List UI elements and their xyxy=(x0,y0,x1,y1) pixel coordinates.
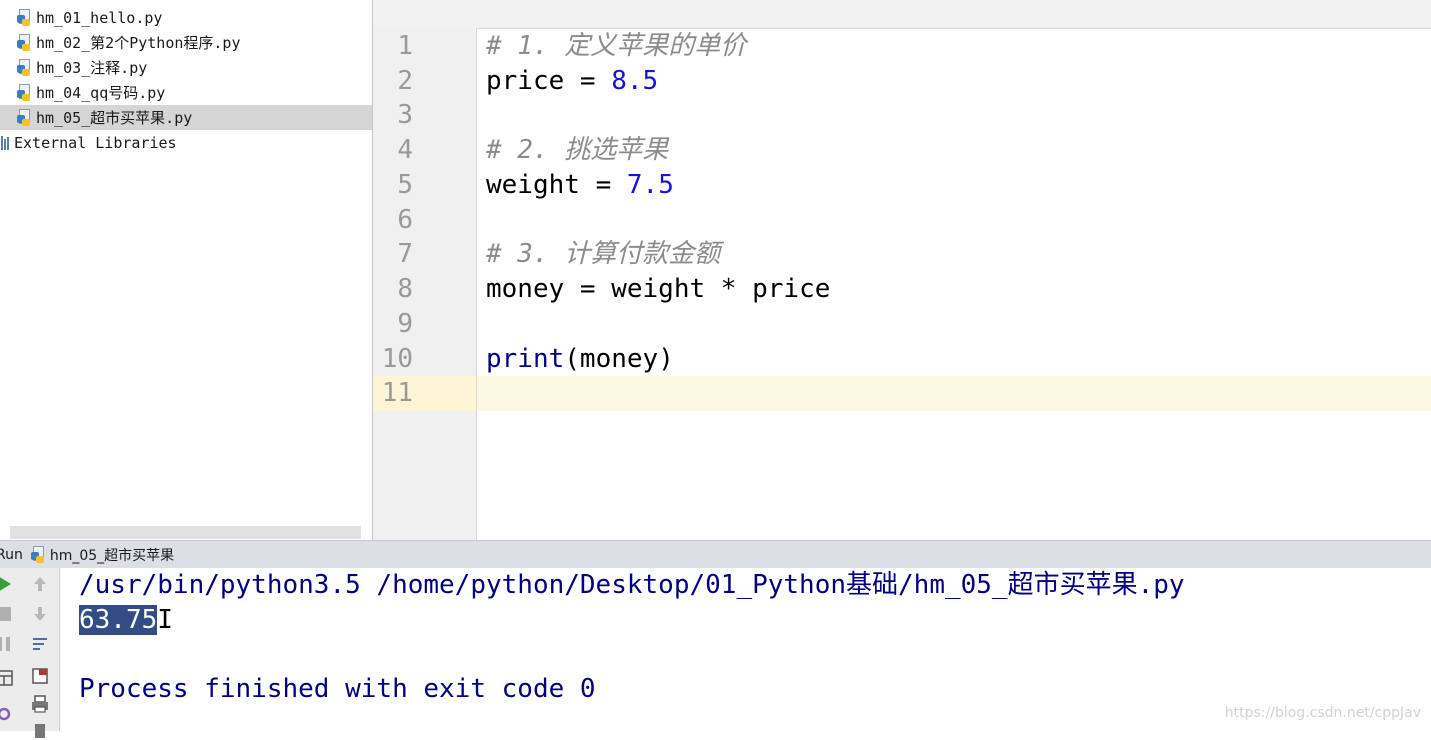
editor-tab-bar xyxy=(373,0,1431,29)
line-number: 11 xyxy=(381,378,413,408)
process-exit-message: Process finished with exit code 0 xyxy=(79,674,596,704)
pause-icon[interactable] xyxy=(0,634,14,654)
builtin-function: print xyxy=(486,344,565,374)
line-number: 4 xyxy=(397,135,413,165)
identifier: price xyxy=(486,66,565,96)
selected-output-text[interactable]: 63.75 xyxy=(79,605,158,635)
run-tool-window-header: Run hm_05_超市买苹果 xyxy=(0,540,1431,569)
run-command-line: /usr/bin/python3.5 /home/python/Desktop/… xyxy=(79,570,1185,600)
tree-external-libraries[interactable]: External Libraries xyxy=(0,130,372,155)
tree-file-label: hm_04_qq号码.py xyxy=(36,84,166,102)
python-file-icon xyxy=(17,9,31,26)
code-line-4[interactable]: # 2. 挑选苹果 xyxy=(486,133,668,168)
line-number: 2 xyxy=(397,66,413,96)
operator: = xyxy=(579,170,627,200)
python-file-icon xyxy=(17,34,31,51)
number-literal: 8.5 xyxy=(611,66,659,96)
tree-file-label: hm_03_注释.py xyxy=(36,59,148,77)
python-file-icon xyxy=(17,84,31,101)
clear-all-icon[interactable] xyxy=(30,720,50,740)
program-output[interactable]: 63.75I xyxy=(79,603,173,637)
arrow-down-icon[interactable] xyxy=(30,604,50,624)
stop-icon[interactable] xyxy=(0,604,14,624)
library-icon xyxy=(1,135,11,150)
line-number: 6 xyxy=(397,205,413,235)
code-line-2[interactable]: price = 8.5 xyxy=(486,64,658,99)
line-number: 3 xyxy=(397,100,413,130)
code-editor[interactable]: 1 2 3 4 5 6 7 8 9 10 11 # 1. 定义苹果的单价 pri… xyxy=(373,0,1431,540)
tree-file-label: hm_05_超市买苹果.py xyxy=(36,109,193,127)
code-line-1[interactable]: # 1. 定义苹果的单价 xyxy=(486,29,746,64)
tree-file-hm03[interactable]: hm_03_注释.py xyxy=(0,55,372,80)
code-line-5[interactable]: weight = 7.5 xyxy=(486,168,674,203)
tree-file-hm01[interactable]: hm_01_hello.py xyxy=(0,5,372,30)
print-icon[interactable] xyxy=(30,694,50,714)
line-number: 8 xyxy=(397,274,413,304)
play-icon[interactable] xyxy=(0,574,14,594)
settings-icon[interactable] xyxy=(0,704,14,724)
tree-file-hm05[interactable]: hm_05_超市买苹果.py xyxy=(0,105,372,130)
run-tab-title[interactable]: hm_05_超市买苹果 xyxy=(50,545,174,565)
tree-file-hm02[interactable]: hm_02_第2个Python程序.py xyxy=(0,30,372,55)
layout-icon[interactable] xyxy=(0,668,14,688)
line-number: 9 xyxy=(397,309,413,339)
current-line-highlight xyxy=(477,376,1431,411)
python-file-icon xyxy=(30,546,45,563)
code-line-8[interactable]: money = weight * price xyxy=(486,272,830,307)
tree-file-hm04[interactable]: hm_04_qq号码.py xyxy=(0,80,372,105)
number-literal: 7.5 xyxy=(626,170,674,200)
line-number-gutter: 1 2 3 4 5 6 7 8 9 10 11 xyxy=(373,28,477,540)
code-line-10[interactable]: print(money) xyxy=(486,342,674,377)
tree-file-label: hm_01_hello.py xyxy=(36,8,163,27)
python-file-icon xyxy=(17,59,31,76)
python-file-icon xyxy=(17,109,31,126)
identifier: weight xyxy=(486,170,580,200)
horizontal-scrollbar[interactable] xyxy=(10,526,361,539)
run-label: Run xyxy=(0,546,23,563)
operator: = xyxy=(564,66,612,96)
watermark: https://blog.csdn.net/cppJav xyxy=(1224,705,1421,721)
line-number: 1 xyxy=(397,31,413,61)
external-libraries-label: External Libraries xyxy=(14,133,177,152)
project-panel: hm_01_hello.py hm_02_第2个Python程序.py hm_0… xyxy=(0,0,373,540)
line-number: 10 xyxy=(381,344,413,374)
soft-wrap-icon[interactable] xyxy=(30,634,50,654)
run-toolbar xyxy=(0,568,60,738)
tree-file-label: hm_02_第2个Python程序.py xyxy=(36,34,241,52)
arrow-up-icon[interactable] xyxy=(30,574,50,594)
line-number: 7 xyxy=(397,239,413,269)
code-line-7[interactable]: # 3. 计算付款金额 xyxy=(486,237,720,272)
call-arguments: (money) xyxy=(564,344,674,374)
scroll-to-end-icon[interactable] xyxy=(30,666,50,686)
line-number: 5 xyxy=(397,170,413,200)
